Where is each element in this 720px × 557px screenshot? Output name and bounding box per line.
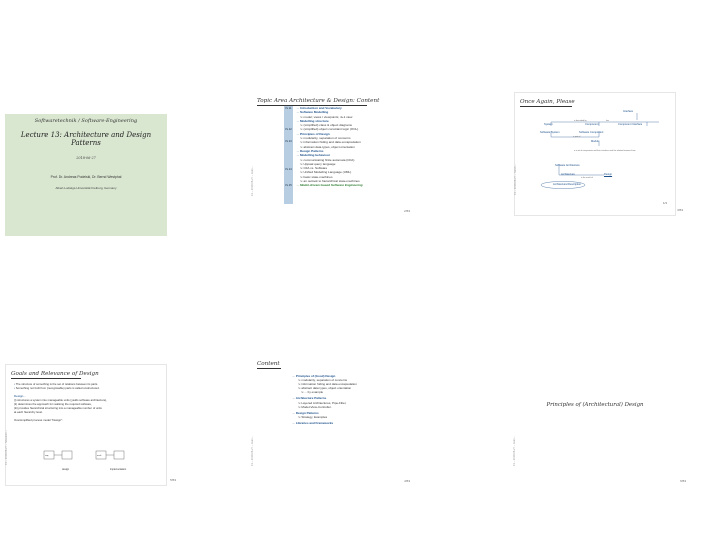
slide-section-principles[interactable]: Principles of (Architectural) Design 13 … <box>513 364 686 486</box>
process-box-req: req. <box>45 455 49 457</box>
slide-heading: Once Again, Please <box>520 99 575 105</box>
page-number: 2/53 <box>404 209 410 213</box>
inner-page-number: 1/3 <box>662 201 667 205</box>
process-box-arch: arch. <box>97 455 102 457</box>
node-software-architecture: Software Architecture <box>555 164 580 167</box>
slide-once-again[interactable]: Once Again, Please Interface System Comp… <box>514 92 683 216</box>
slide-heading: Content <box>257 361 280 367</box>
node-system: System <box>544 123 553 126</box>
slide-title[interactable]: Softwaretechnik / Software-Engineering L… <box>5 114 167 236</box>
side-footer: 13 – 2018-06-27 – main – <box>251 436 254 466</box>
slide-topic-area-content[interactable]: Topic Area Architecture & Design: Conten… <box>251 92 414 216</box>
heading-rule <box>257 368 281 369</box>
lecture-authors: Prof. Dr. Andreas Podelski, Dr. Bernd We… <box>50 175 122 179</box>
course-subtitle: Softwaretechnik / Software-Engineering <box>34 118 138 124</box>
edge-label: is the result of <box>581 177 593 179</box>
design-item: at each hierarchy level. <box>14 410 43 414</box>
edge-label: is described by <box>574 120 587 122</box>
side-footer: 13 – 2018-06-27 – Sarch – <box>514 164 517 195</box>
page-number: 3/53 <box>677 208 683 212</box>
side-footer: 13 – 2018-06-27 – main – <box>251 166 254 196</box>
node-architectural-description: Architectural Description <box>553 183 582 186</box>
lecture-title: Lecture 13: Architecture and Design Patt… <box>20 131 152 147</box>
node-component-interface: Component Interface <box>618 123 643 126</box>
slide-content[interactable]: Content → Principles of (Good) Design ↪ m… <box>251 361 414 486</box>
content-item: ↪ Model-View-Controller. <box>298 404 332 409</box>
heading-rule <box>11 378 81 379</box>
content-list: → Introduction and Vocabulary → Software … <box>288 106 408 188</box>
page-number: 6/53 <box>680 479 686 483</box>
node-module: Module <box>591 140 600 143</box>
lecture-date: 2018-06-27 <box>76 156 96 160</box>
lecture-affiliation: Albert-Ludwigs-Universität Freiburg, Ger… <box>55 186 117 190</box>
side-footer: 13 – 2018-06-27 – main – <box>513 436 516 466</box>
content-item: → Model-driven/-based Software Engineeri… <box>296 183 363 188</box>
process-label-implementation: implementation <box>110 468 127 471</box>
side-footer: 13 – 2018-06-27 – Sdesintro – <box>5 429 8 465</box>
slide-heading: Topic Area Architecture & Design: Conten… <box>257 98 380 104</box>
node-interface: Interface <box>623 110 634 113</box>
heading-rule <box>520 106 572 107</box>
slide-goals-of-design[interactable]: Goals and Relevance of Design • The stru… <box>5 364 176 486</box>
node-design: Design <box>604 173 613 176</box>
section-title: Principles of (Architectural) Design <box>546 402 644 408</box>
slide-heading: Goals and Relevance of Design <box>11 371 99 377</box>
node-architecture: Architecture <box>561 173 575 176</box>
node-software-system: Software System <box>540 131 560 134</box>
node-software-component: Software Component <box>579 131 604 134</box>
edge-label: has <box>606 120 610 122</box>
content-item: ↪ Strategy, Examples <box>298 414 328 419</box>
content-item: ↪ ... by example <box>301 390 324 395</box>
bullet-unstructured: • Something not built from (recognisable… <box>14 386 100 390</box>
page-number: 5/53 <box>170 478 176 482</box>
edge-label: is part of <box>573 136 581 138</box>
process-label-design: design <box>62 468 70 471</box>
content-list: → Principles of (Good) Design ↪ modularit… <box>292 372 412 425</box>
content-item: → Libraries and Frameworks <box>292 420 334 425</box>
page-number: 4/53 <box>404 479 410 483</box>
node-component: Component <box>585 123 599 126</box>
architecture-definition-note: is a set of components and their interfa… <box>574 150 636 152</box>
process-model-label: Oversimplified process model "Design": <box>14 418 63 422</box>
